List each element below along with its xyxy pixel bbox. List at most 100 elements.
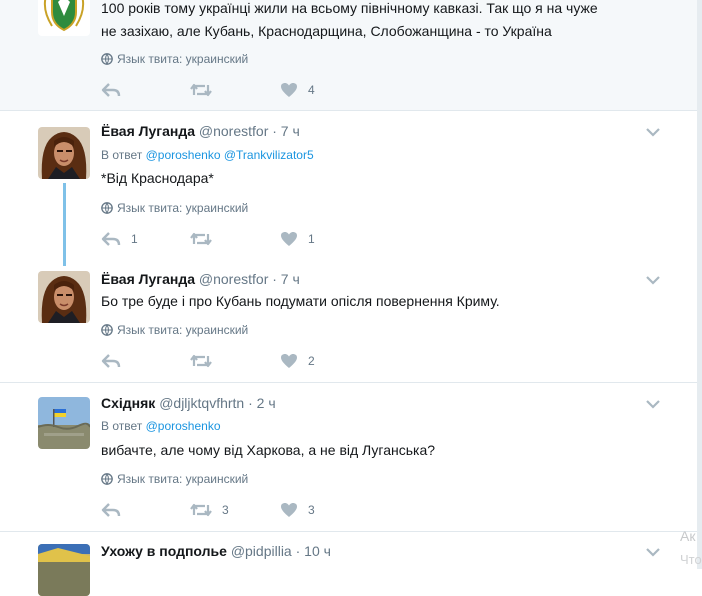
like-button[interactable]: 1 <box>280 229 315 249</box>
reply-to-label: В ответ <box>101 419 143 433</box>
watermark-text: Ак <box>680 528 696 544</box>
globe-icon <box>101 473 113 485</box>
tweet-actions: 2 <box>101 351 401 371</box>
tweet-language[interactable]: Язык твита: украинский <box>101 323 248 337</box>
retweet-count: 3 <box>222 503 229 517</box>
author-name[interactable]: Ёвая Луганда <box>101 271 195 287</box>
tweet-3[interactable]: Східняк @djljktqvfhrtn · 2 ч В ответ @po… <box>0 383 697 532</box>
reply-icon <box>101 503 121 517</box>
reply-icon <box>101 354 121 368</box>
avatar[interactable] <box>38 397 90 449</box>
tweet-language-label: Язык твита: украинский <box>117 323 249 337</box>
coat-of-arms-avatar <box>38 0 90 36</box>
reply-button[interactable] <box>101 80 131 100</box>
reply-count: 1 <box>131 232 138 246</box>
like-count: 2 <box>308 354 315 368</box>
tweet-4[interactable]: Ухожу в подполье @pidpillia · 10 ч <box>0 532 697 596</box>
author-handle[interactable]: @norestfor <box>199 123 268 139</box>
tweet-language-label: Язык твита: украинский <box>117 52 249 66</box>
tweet-language-label: Язык твита: украинский <box>117 201 249 215</box>
avatar[interactable] <box>38 271 90 323</box>
tweet-language[interactable]: Язык твита: украинский <box>101 472 248 486</box>
retweet-icon <box>190 503 212 517</box>
globe-icon <box>101 324 113 336</box>
mention-link[interactable]: @poroshenko <box>146 148 221 162</box>
tweet-language-label: Язык твита: украинский <box>117 472 249 486</box>
tweet-1[interactable]: Ёвая Луганда @norestfor · 7 ч В ответ @p… <box>0 111 697 259</box>
tweet-time[interactable]: · 2 ч <box>248 395 276 411</box>
reply-button[interactable]: 1 <box>101 229 138 249</box>
tweet-header: Східняк @djljktqvfhrtn · 2 ч <box>101 395 276 411</box>
user-photo-avatar <box>38 544 90 596</box>
tweet-text: вибачте, але чому від Харкова, а не від … <box>101 439 435 462</box>
reply-button[interactable] <box>101 351 131 371</box>
retweet-button[interactable] <box>190 351 222 371</box>
like-button[interactable]: 4 <box>280 80 315 100</box>
tweet-actions: 4 <box>101 80 401 100</box>
author-name[interactable]: Східняк <box>101 395 155 411</box>
tweet-text-line: Бо тре буде і про Кубань подумати опісля… <box>101 293 500 309</box>
like-icon <box>281 83 297 97</box>
avatar[interactable] <box>38 544 90 596</box>
tweet-language[interactable]: Язык твита: украинский <box>101 52 248 66</box>
avatar[interactable] <box>38 127 90 179</box>
scrollbar[interactable] <box>697 0 702 569</box>
globe-icon <box>101 202 113 214</box>
tweet-text-line: *Від Краснодара* <box>101 170 214 186</box>
tweet-time[interactable]: · 7 ч <box>272 123 300 139</box>
tweet-text: 100 років тому українці жили на всьому п… <box>101 0 598 43</box>
tweet-actions: 1 1 <box>101 229 401 249</box>
tweet-text: *Від Краснодара* <box>101 167 214 190</box>
like-icon <box>281 503 297 517</box>
watermark-text: Что <box>680 552 702 567</box>
tweet-2[interactable]: Ёвая Луганда @norestfor · 7 ч Бо тре буд… <box>0 259 697 383</box>
author-name[interactable]: Ухожу в подполье <box>101 543 227 559</box>
author-handle[interactable]: @pidpillia <box>231 543 292 559</box>
like-count: 1 <box>308 232 315 246</box>
reply-context: В ответ @poroshenko @Trankvilizator5 <box>101 148 314 162</box>
retweet-icon <box>190 83 212 97</box>
mention-link[interactable]: @poroshenko <box>146 419 221 433</box>
user-photo-avatar <box>38 127 90 179</box>
retweet-button[interactable]: 3 <box>190 500 229 520</box>
tweet-text-line: вибачте, але чому від Харкова, а не від … <box>101 442 436 458</box>
like-count: 3 <box>308 503 315 517</box>
author-name[interactable]: Ёвая Луганда <box>101 123 195 139</box>
like-button[interactable]: 3 <box>280 500 315 520</box>
reply-icon <box>101 232 121 246</box>
tweet-feed: 100 років тому українці жили на всьому п… <box>0 0 702 596</box>
tweet-language[interactable]: Язык твита: украинский <box>101 201 248 215</box>
retweet-button[interactable] <box>190 229 222 249</box>
chevron-down-icon[interactable] <box>644 546 662 558</box>
tweet-0[interactable]: 100 років тому українці жили на всьому п… <box>0 0 697 111</box>
like-count: 4 <box>308 83 315 97</box>
tweet-header: Ёвая Луганда @norestfor · 7 ч <box>101 271 300 287</box>
retweet-icon <box>190 232 212 246</box>
reply-context: В ответ @poroshenko <box>101 419 221 433</box>
chevron-down-icon[interactable] <box>644 398 662 410</box>
tweet-header: Ёвая Луганда @norestfor · 7 ч <box>101 123 300 139</box>
avatar[interactable] <box>38 0 90 36</box>
like-icon <box>281 354 297 368</box>
reply-to-label: В ответ <box>101 148 143 162</box>
tweet-actions: 3 3 <box>101 500 401 520</box>
retweet-button[interactable] <box>190 80 222 100</box>
reply-button[interactable] <box>101 500 131 520</box>
chevron-down-icon[interactable] <box>644 274 662 286</box>
user-photo-avatar <box>38 271 90 323</box>
tweet-text: Бо тре буде і про Кубань подумати опісля… <box>101 290 500 313</box>
tweet-text-line: не зазіхаю, але Кубань, Краснодарщина, С… <box>101 23 552 39</box>
landscape-avatar <box>38 397 90 449</box>
tweet-time[interactable]: · 10 ч <box>296 543 331 559</box>
tweet-text-line: 100 років тому українці жили на всьому п… <box>101 0 598 16</box>
tweet-time[interactable]: · 7 ч <box>272 271 300 287</box>
like-button[interactable]: 2 <box>280 351 315 371</box>
reply-icon <box>101 83 121 97</box>
retweet-icon <box>190 354 212 368</box>
chevron-down-icon[interactable] <box>644 126 662 138</box>
mention-link[interactable]: @Trankvilizator5 <box>224 148 314 162</box>
like-icon <box>281 232 297 246</box>
globe-icon <box>101 53 113 65</box>
author-handle[interactable]: @djljktqvfhrtn <box>159 395 244 411</box>
author-handle[interactable]: @norestfor <box>199 271 268 287</box>
